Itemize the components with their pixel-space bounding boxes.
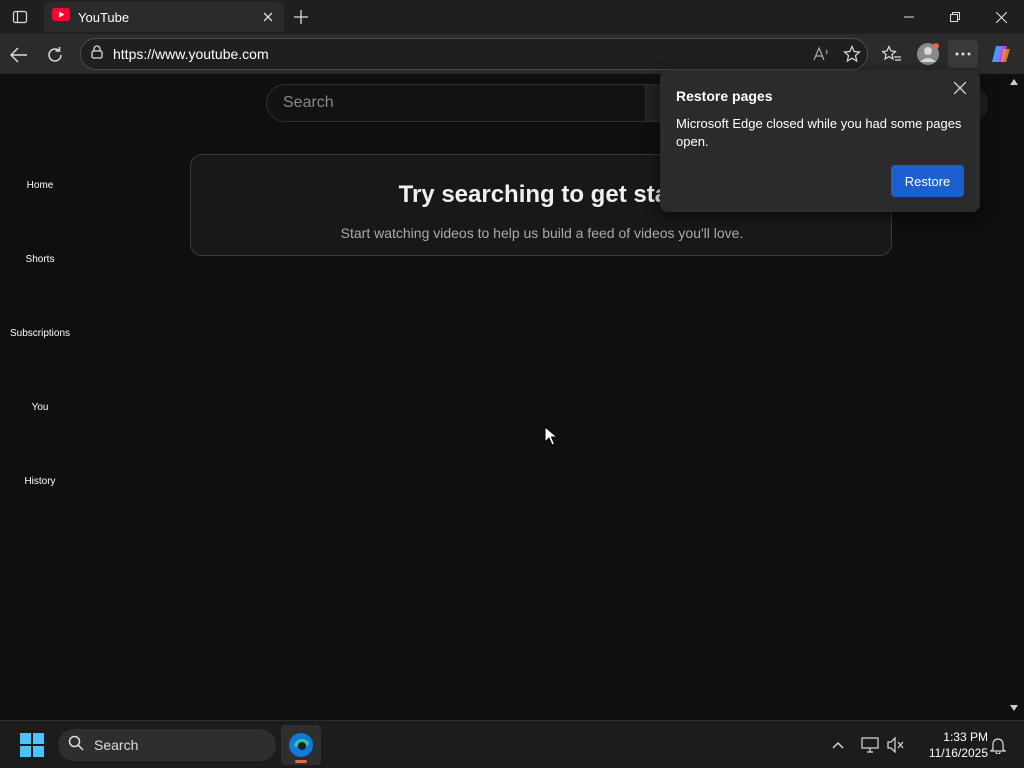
system-clock[interactable]: 1:33 PM 11/16/2025	[912, 729, 988, 761]
edge-taskbar-icon[interactable]	[281, 725, 321, 765]
copilot-icon[interactable]	[986, 40, 1016, 68]
minimize-icon[interactable]	[886, 0, 932, 34]
refresh-icon[interactable]	[42, 42, 68, 68]
clock-date: 11/16/2025	[928, 746, 988, 760]
lock-icon[interactable]	[91, 44, 103, 64]
title-bar: YouTube	[0, 0, 1024, 34]
sidebar-item-you[interactable]: You	[4, 402, 76, 413]
scrollbar[interactable]	[1008, 74, 1020, 716]
address-bar[interactable]: https://www.youtube.com	[80, 38, 868, 70]
profile-avatar[interactable]	[913, 40, 943, 68]
youtube-search-input[interactable]: Search	[266, 84, 646, 122]
close-tab-icon[interactable]	[260, 9, 276, 25]
restore-window-icon[interactable]	[932, 0, 978, 34]
search-icon	[68, 735, 84, 756]
more-options-icon[interactable]	[948, 40, 978, 68]
scroll-down-icon[interactable]	[1010, 704, 1018, 712]
mouse-cursor-icon	[544, 426, 558, 446]
sidebar-item-home[interactable]: Home	[4, 180, 76, 191]
sidebar-item-history[interactable]: History	[4, 476, 76, 487]
new-tab-icon[interactable]	[290, 6, 312, 28]
popup-message: Microsoft Edge closed while you had some…	[676, 116, 962, 149]
empty-feed-subtitle: Start watching videos to help us build a…	[340, 225, 744, 241]
volume-muted-icon[interactable]	[884, 733, 908, 757]
youtube-icon	[52, 8, 70, 26]
clock-time: 1:33 PM	[943, 730, 988, 744]
taskbar-search-label: Search	[94, 737, 139, 753]
search-placeholder: Search	[283, 94, 334, 111]
notifications-icon[interactable]	[986, 733, 1010, 757]
read-aloud-icon[interactable]	[807, 40, 837, 68]
network-icon[interactable]	[858, 733, 882, 757]
sidebar-item-shorts[interactable]: Shorts	[4, 254, 76, 265]
popup-title: Restore pages	[676, 88, 773, 104]
restore-pages-popup: Restore pages Microsoft Edge closed whil…	[660, 70, 980, 212]
back-icon[interactable]	[6, 42, 32, 68]
tab-title: YouTube	[78, 9, 130, 25]
favorites-icon[interactable]	[877, 40, 907, 68]
browser-toolbar: https://www.youtube.com	[0, 34, 1024, 74]
windows-start-icon[interactable]	[14, 729, 50, 761]
taskbar-search[interactable]: Search	[58, 729, 276, 761]
favorite-star-icon[interactable]	[837, 40, 867, 68]
sidebar-item-subscriptions[interactable]: Subscriptions	[4, 328, 76, 339]
close-window-icon[interactable]	[978, 0, 1024, 34]
tab-actions-icon[interactable]	[8, 6, 32, 28]
scroll-up-icon[interactable]	[1010, 78, 1018, 86]
taskbar: Search 1:33 PM 11/16/2025	[0, 720, 1024, 768]
close-popup-icon[interactable]	[948, 76, 972, 100]
tab-youtube[interactable]: YouTube	[44, 2, 284, 32]
restore-button[interactable]: Restore	[891, 165, 964, 197]
chevron-up-icon[interactable]	[826, 733, 850, 757]
url-text[interactable]: https://www.youtube.com	[113, 46, 807, 62]
